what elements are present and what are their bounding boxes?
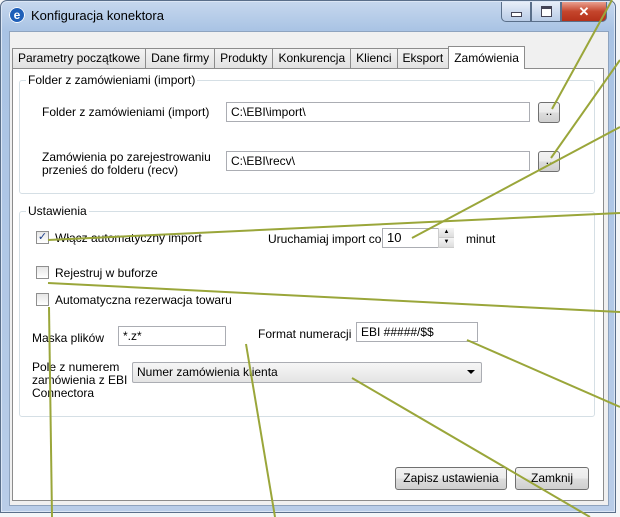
numbering-label: Format numeracji bbox=[258, 327, 352, 341]
order-field-label-line1: Pole z numerem bbox=[32, 360, 120, 374]
browse-import-button[interactable]: .. bbox=[538, 102, 560, 123]
dialog-window: e Konfiguracja konektora ✕ Parametry poc… bbox=[0, 0, 616, 513]
browse-recv-button[interactable]: .. bbox=[538, 151, 560, 172]
tab-dane-firmy[interactable]: Dane firmy bbox=[145, 48, 216, 68]
import-folder-input[interactable]: C:\EBI\import\ bbox=[226, 102, 530, 122]
tab-eksport[interactable]: Eksport bbox=[396, 48, 450, 68]
mask-input[interactable]: *.z* bbox=[118, 326, 226, 346]
order-field-select-value: Numer zamówienia klienta bbox=[137, 365, 278, 379]
tab-klienci[interactable]: Klienci bbox=[350, 48, 398, 68]
tab-konkurencja[interactable]: Konkurencja bbox=[272, 48, 352, 68]
maximize-icon bbox=[540, 6, 552, 17]
title-bar[interactable]: e Konfiguracja konektora ✕ bbox=[1, 1, 615, 31]
interval-unit: minut bbox=[466, 232, 496, 246]
stepper-down-icon[interactable]: ▼ bbox=[439, 238, 454, 248]
reservation-label: Automatyczna rezerwacja towaru bbox=[55, 293, 232, 307]
recv-folder-input[interactable]: C:\EBI\recv\ bbox=[226, 151, 530, 171]
buffer-checkbox[interactable] bbox=[36, 266, 49, 279]
tab-produkty[interactable]: Produkty bbox=[214, 48, 274, 68]
numbering-input[interactable]: EBI #####/$$ bbox=[356, 322, 478, 342]
checkmark-icon: ✓ bbox=[37, 231, 48, 243]
minimize-button[interactable] bbox=[501, 2, 531, 22]
close-button[interactable]: Zamknij bbox=[515, 467, 589, 490]
chevron-down-icon bbox=[467, 370, 475, 374]
minimize-icon bbox=[511, 13, 521, 16]
window-title: Konfiguracja konektora bbox=[31, 8, 164, 23]
dialog-client-area: Parametry początkowe Dane firmy Produkty… bbox=[9, 31, 609, 506]
order-field-label-line2: zamówienia z EBI bbox=[32, 373, 128, 387]
interval-label: Uruchamiaj import co bbox=[268, 232, 382, 246]
settings-group-legend: Ustawienia bbox=[26, 204, 89, 218]
import-folder-group: Folder z zamówieniami (import) Folder z … bbox=[19, 73, 595, 194]
tab-parametry-poczatkowe[interactable]: Parametry początkowe bbox=[12, 48, 147, 68]
auto-import-checkbox[interactable]: ✓ bbox=[36, 231, 49, 244]
auto-import-label: Włącz automatyczny import bbox=[55, 231, 202, 245]
recv-folder-label-line2: przenieś do folderu (recv) bbox=[42, 163, 179, 177]
maximize-button[interactable] bbox=[531, 2, 561, 22]
stepper-up-icon[interactable]: ▲ bbox=[439, 228, 454, 238]
tab-page-zamowienia: Folder z zamówieniami (import) Folder z … bbox=[12, 68, 604, 501]
app-logo-icon: e bbox=[9, 7, 25, 23]
mask-label: Maska plików bbox=[32, 331, 105, 345]
close-window-button[interactable]: ✕ bbox=[561, 2, 607, 22]
import-group-legend: Folder z zamówieniami (import) bbox=[26, 73, 198, 87]
interval-stepper[interactable]: ▲ ▼ bbox=[438, 228, 454, 248]
order-field-label-line3: Connectora bbox=[32, 386, 95, 400]
save-settings-button[interactable]: Zapisz ustawienia bbox=[395, 467, 507, 490]
settings-group: Ustawienia ✓ Włącz automatyczny import U… bbox=[19, 204, 595, 417]
close-icon: ✕ bbox=[578, 3, 590, 19]
import-folder-label: Folder z zamówieniami (import) bbox=[42, 105, 210, 119]
order-field-select[interactable]: Numer zamówienia klienta bbox=[132, 362, 482, 383]
tab-strip: Parametry początkowe Dane firmy Produkty… bbox=[12, 46, 525, 69]
recv-folder-label-line1: Zamówienia po zarejestrowaniu bbox=[42, 150, 211, 164]
window-controls: ✕ bbox=[501, 2, 607, 22]
buffer-label: Rejestruj w buforze bbox=[55, 266, 158, 280]
reservation-checkbox[interactable] bbox=[36, 293, 49, 306]
tab-zamowienia[interactable]: Zamówienia bbox=[448, 46, 525, 69]
